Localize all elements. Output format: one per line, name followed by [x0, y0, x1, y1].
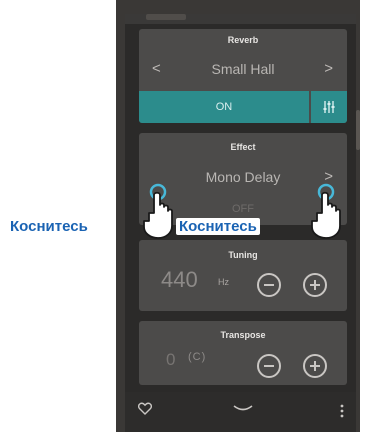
more-vertical-icon[interactable] [340, 404, 344, 418]
tuning-decrease-button[interactable] [257, 273, 281, 297]
sliders-icon [323, 101, 335, 113]
touch-hint-left: Коснитесь [10, 218, 88, 235]
effect-title: Effect [230, 142, 256, 152]
transpose-increase-button[interactable] [303, 354, 327, 378]
transpose-title: Transpose [220, 330, 266, 340]
effect-type-value[interactable]: Mono Delay [169, 169, 317, 185]
transpose-card: Transpose 0 (C) [139, 321, 347, 385]
tuning-title: Tuning [228, 250, 258, 260]
transpose-decrease-button[interactable] [257, 354, 281, 378]
touch-hint-right: Коснитесь [176, 218, 260, 235]
plus-icon [310, 361, 320, 371]
reverb-prev-button[interactable]: < [152, 60, 161, 77]
tuning-unit: Hz [218, 277, 229, 287]
touch-hand-right-icon [311, 183, 341, 239]
reverb-title: Reverb [227, 35, 259, 45]
plus-icon [310, 280, 320, 290]
reverb-next-button[interactable]: > [324, 60, 333, 77]
tuning-increase-button[interactable] [303, 273, 327, 297]
tuning-card: Tuning 440 Hz [139, 240, 347, 311]
bottom-bar [125, 392, 356, 432]
minus-icon [264, 365, 274, 367]
reverb-settings-button[interactable] [311, 91, 347, 123]
transpose-key: (C) [188, 351, 207, 363]
reverb-card: Reverb < Small Hall > ON [139, 29, 347, 123]
reverb-selector: < Small Hall > [139, 57, 347, 83]
reverb-on-toggle[interactable]: ON [139, 91, 309, 123]
reverb-type-value[interactable]: Small Hall [169, 61, 317, 77]
touch-hand-left-icon [143, 183, 173, 239]
header-glyph [146, 14, 186, 20]
scrollbar-thumb[interactable] [356, 110, 360, 150]
chevron-down-icon[interactable] [233, 405, 253, 413]
transpose-value: 0 [166, 350, 176, 369]
minus-icon [264, 284, 274, 286]
tuning-value: 440 [161, 267, 198, 292]
heart-icon[interactable] [138, 402, 152, 415]
